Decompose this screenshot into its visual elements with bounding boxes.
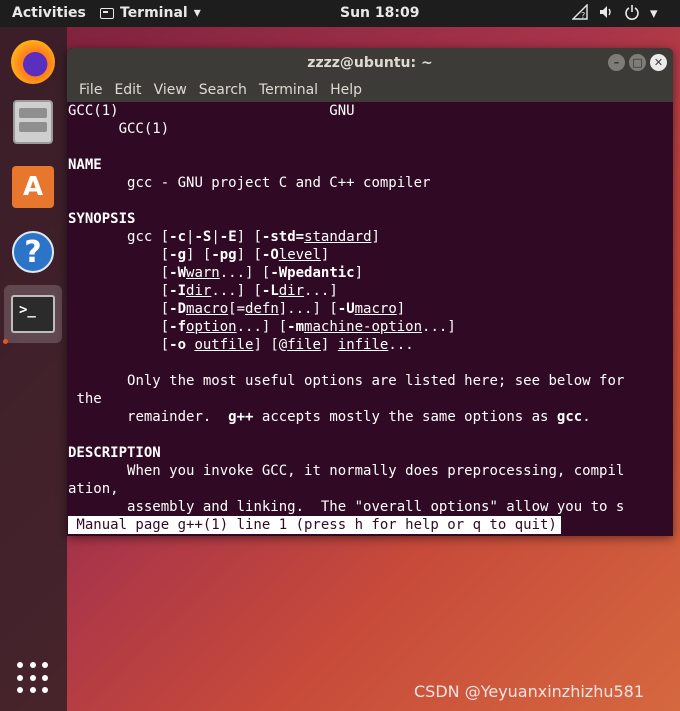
terminal-window: zzzz@ubuntu: ~ – □ ✕ File Edit View Sear… [67,48,673,536]
activities-button[interactable]: Activities [12,5,86,21]
show-applications-icon[interactable] [17,662,49,694]
description-line-3: assembly and linking. The "overall optio… [127,499,625,515]
summary-line-1: Only the most useful options are listed … [127,373,625,389]
help-icon: ? [12,231,54,273]
terminal-icon [11,295,55,333]
dock-item-firefox[interactable] [4,33,62,91]
description-line-2: ation, [68,481,119,497]
section-name-heading: NAME [68,157,102,173]
terminal-content[interactable]: GCC(1) GNU GCC(1) NAME gcc - GNU project… [67,102,673,536]
power-icon [625,5,639,20]
section-synopsis-heading: SYNOPSIS [68,211,136,227]
watermark: CSDN @Yeyuanxinzhizhu581 [414,682,645,701]
firefox-icon [11,40,55,84]
clock-button[interactable]: Sun 18:09 [340,5,419,21]
maximize-button[interactable]: □ [629,54,646,71]
app-menu-button[interactable]: Terminal ▾ [100,5,201,21]
synopsis-line-2: [-g] [-pg] [-Olevel] [160,247,330,263]
synopsis-line-6: [-foption...] [-mmachine-option...] [160,319,456,335]
synopsis-line-7: [-o outfile] [@file] infile... [160,337,414,353]
system-tray[interactable]: ? ▾ [572,4,658,22]
summary-line-2: the [76,391,102,407]
man-header: GCC(1) GNU [68,103,355,119]
dock-item-files[interactable] [4,93,62,151]
dock-item-help[interactable]: ? [4,223,62,281]
svg-text:?: ? [581,11,585,20]
menu-help[interactable]: Help [324,82,368,98]
description-line-1: When you invoke GCC, it normally does pr… [127,463,625,479]
chevron-down-icon: ▾ [193,5,201,21]
synopsis-line-4: [-Idir...] [-Ldir...] [160,283,338,299]
network-question-icon: ? [572,4,588,20]
section-description-heading: DESCRIPTION [68,445,161,461]
menu-terminal[interactable]: Terminal [253,82,324,98]
window-titlebar[interactable]: zzzz@ubuntu: ~ – □ ✕ [67,48,673,78]
synopsis-line-3: [-Wwarn...] [-Wpedantic] [160,265,364,281]
menu-bar: File Edit View Search Terminal Help [67,78,673,102]
minimize-button[interactable]: – [608,54,625,71]
man-header-right: GCC(1) [118,121,170,137]
menu-file[interactable]: File [73,82,108,98]
synopsis-line-1: gcc [-c|-S|-E] [-std=standard] [127,229,380,245]
menu-search[interactable]: Search [193,82,253,98]
pager-status-line: Manual page g++(1) line 1 (press h for h… [68,516,561,534]
running-indicator [3,339,8,344]
menu-view[interactable]: View [148,82,193,98]
name-text: gcc - GNU project C and C++ compiler [127,175,431,191]
dock-item-software[interactable]: A [4,158,62,216]
volume-icon [600,6,611,18]
chevron-down-icon: ▾ [650,4,658,22]
files-icon [13,100,53,144]
top-bar: Activities Terminal ▾ Sun 18:09 ? ▾ [0,0,680,27]
software-center-icon: A [12,166,54,208]
summary-line-3: remainder. g++ accepts mostly the same o… [127,409,591,425]
close-button[interactable]: ✕ [650,54,667,71]
dock-item-terminal[interactable] [4,285,62,343]
dock: A ? [0,27,67,711]
terminal-icon [100,7,114,19]
synopsis-line-5: [-Dmacro[=defn]...] [-Umacro] [160,301,406,317]
app-menu-label: Terminal [120,5,188,21]
menu-edit[interactable]: Edit [108,82,147,98]
window-title: zzzz@ubuntu: ~ [307,55,433,71]
